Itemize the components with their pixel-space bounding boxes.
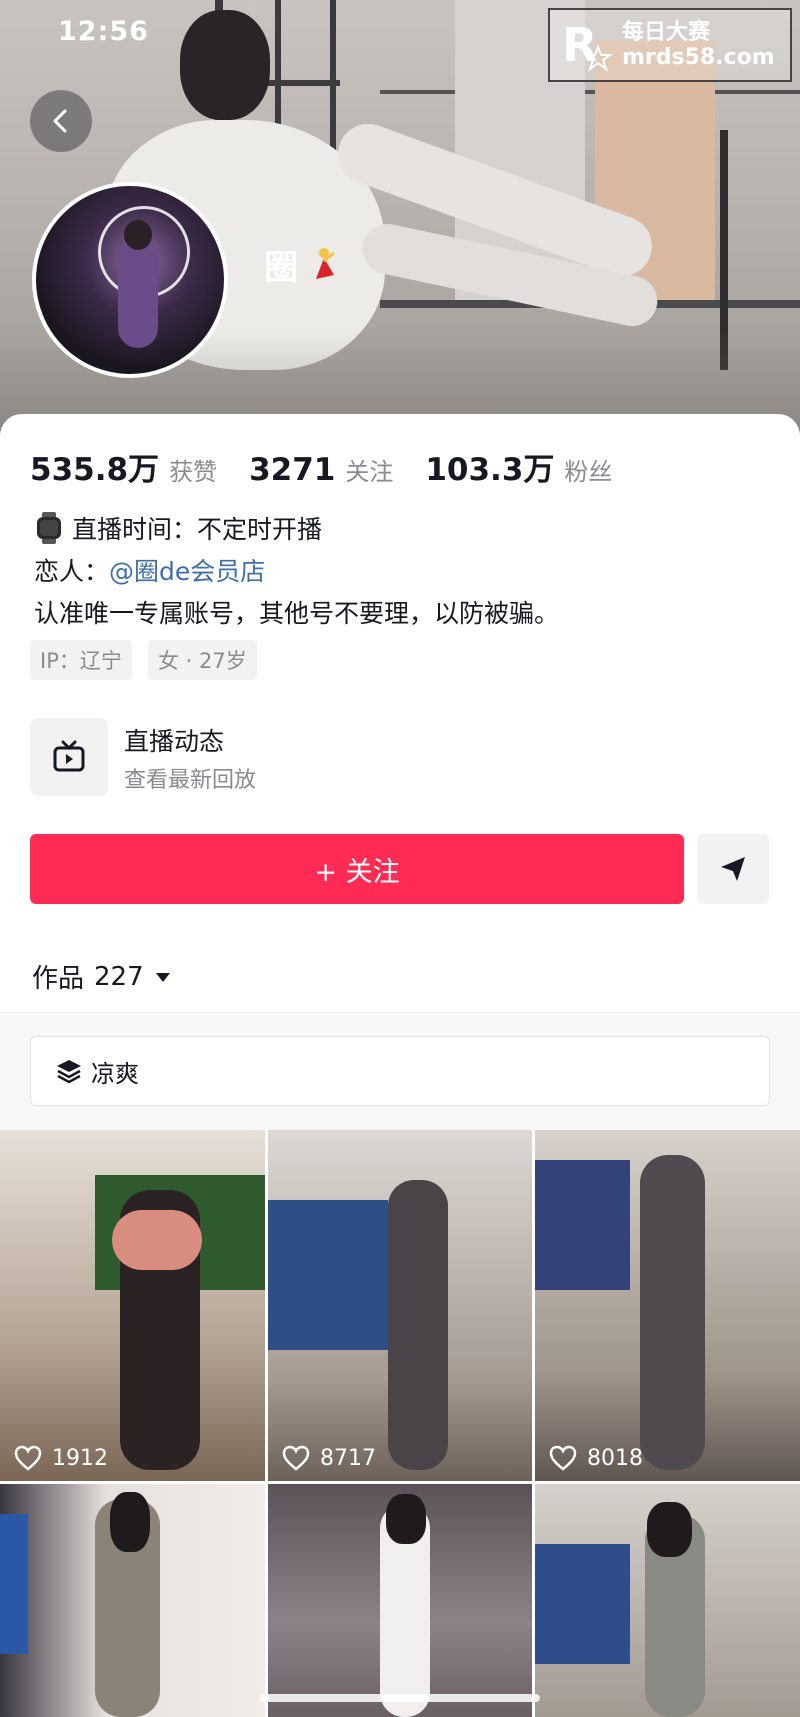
video-likes-count: 8018 (587, 1445, 643, 1471)
video-thumb-4[interactable] (0, 1484, 265, 1717)
thumb-tv (0, 1514, 28, 1654)
ip-tag: IP：辽宁 (30, 640, 132, 680)
video-likes: 8018 (549, 1445, 643, 1471)
avatar-head (124, 220, 152, 250)
lover-mention-link[interactable]: @圈de会员店 (109, 552, 265, 588)
share-button[interactable] (697, 834, 769, 904)
watermark-url: mrds58.com (622, 45, 775, 70)
live-entry-icon-box[interactable] (30, 718, 108, 796)
railing (380, 90, 800, 94)
thumb-tv (535, 1544, 630, 1664)
thumb-hair (647, 1502, 692, 1557)
thumb-top (112, 1210, 202, 1270)
status-time: 12:56 (58, 16, 149, 47)
video-thumb-3[interactable]: 8018 (535, 1130, 800, 1481)
home-indicator[interactable] (260, 1694, 540, 1702)
watermark-title: 每日大赛 (622, 19, 711, 45)
avatar-figure (118, 238, 158, 348)
followers-label[interactable]: 粉丝 (564, 452, 612, 487)
thumb-hair (386, 1494, 426, 1544)
bio-lover: 恋人： @圈de会员店 (34, 552, 265, 588)
video-thumb-6[interactable] (535, 1484, 800, 1717)
back-arrow-icon (53, 109, 67, 133)
video-thumb-2[interactable]: 8717 (268, 1130, 532, 1481)
gender-age-tag: 女 · 27岁 (148, 640, 257, 680)
dropdown-triangle-icon (155, 972, 170, 982)
thumb-hair (110, 1492, 150, 1552)
notice-text: 认准唯一专属账号，其他号不要理，以防被骗。 (34, 599, 560, 628)
live-time-text: 直播时间：不定时开播 (72, 515, 323, 544)
collection-filter[interactable]: 凉爽 (30, 1036, 770, 1106)
video-likes: 8717 (282, 1445, 376, 1471)
live-tv-icon (53, 740, 85, 772)
following-count[interactable]: 3271 (249, 452, 335, 488)
avatar[interactable] (32, 182, 228, 378)
person-hair (180, 10, 270, 120)
collection-label: 凉爽 (91, 1059, 139, 1088)
dancer-emoji-icon (316, 247, 335, 279)
watch-icon (37, 512, 61, 544)
following-label[interactable]: 关注 (345, 452, 393, 487)
follow-button[interactable]: + 关注 (30, 834, 684, 904)
live-entry-subtitle: 查看最新回放 (124, 768, 257, 793)
bio-live-time: 直播时间：不定时开播 (34, 510, 322, 546)
video-likes: 1912 (14, 1445, 108, 1471)
video-grid: 1912 8717 8018 (0, 1130, 800, 1717)
nickname: 圈 (264, 240, 344, 289)
works-header[interactable]: 作品 227 (32, 958, 172, 995)
watermark-logo: R (550, 15, 622, 75)
share-send-icon (721, 857, 745, 881)
thumb-tv (268, 1200, 388, 1350)
heart-outline-icon (282, 1445, 310, 1471)
live-entry-title[interactable]: 直播动态 (124, 722, 224, 758)
video-thumb-5[interactable] (268, 1484, 532, 1717)
works-count: 227 (94, 961, 144, 992)
layers-icon (57, 1060, 81, 1084)
back-button[interactable] (30, 90, 92, 152)
heart-outline-icon (549, 1445, 577, 1471)
heart-outline-icon (14, 1445, 42, 1471)
thumb-figure (388, 1180, 448, 1470)
nickname-text: 圈 (264, 248, 298, 288)
likes-count: 535.8万 (30, 452, 160, 488)
works-label: 作品 (32, 964, 85, 994)
thumb-figure (640, 1155, 705, 1470)
stats-row: 535.8万 获赞 3271 关注 103.3万 粉丝 (30, 444, 644, 489)
thumb-tv (535, 1160, 630, 1290)
bio-notice: 认准唯一专属账号，其他号不要理，以防被骗。 (34, 594, 559, 630)
followers-count[interactable]: 103.3万 (425, 444, 554, 489)
watermark: R 每日大赛 mrds58.com (548, 8, 792, 82)
video-likes-count: 1912 (52, 1445, 108, 1471)
likes-label: 获赞 (169, 458, 218, 486)
lover-prefix: 恋人： (34, 557, 110, 586)
video-thumb-1[interactable]: 1912 (0, 1130, 265, 1481)
video-likes-count: 8717 (320, 1445, 376, 1471)
